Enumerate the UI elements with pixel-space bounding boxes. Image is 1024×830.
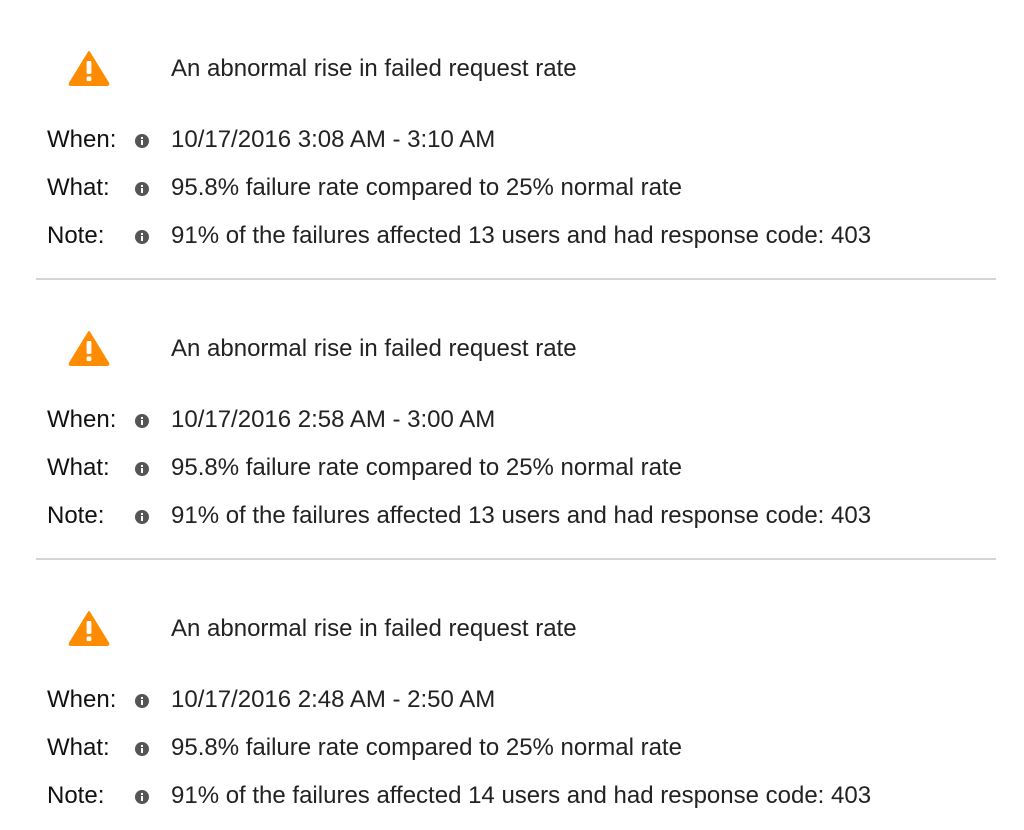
when-label: When: (47, 406, 117, 433)
alert-title: An abnormal rise in failed request rate (171, 615, 577, 642)
what-row: What: 95.8% failure rate compared to 25%… (0, 452, 1024, 484)
alert-card: An abnormal rise in failed request rate … (0, 560, 1024, 830)
what-row: What: 95.8% failure rate compared to 25%… (0, 732, 1024, 764)
when-value: 10/17/2016 2:58 AM - 3:00 AM (171, 406, 496, 433)
alert-header: An abnormal rise in failed request rate (0, 608, 1024, 648)
alert-list: An abnormal rise in failed request rate … (0, 0, 1024, 830)
info-icon[interactable] (135, 462, 149, 476)
alert-title: An abnormal rise in failed request rate (171, 335, 577, 362)
note-row: Note: 91% of the failures affected 14 us… (0, 780, 1024, 812)
when-value: 10/17/2016 3:08 AM - 3:10 AM (171, 126, 496, 153)
alert-header: An abnormal rise in failed request rate (0, 48, 1024, 88)
note-label: Note: (47, 502, 105, 529)
note-label: Note: (47, 222, 105, 249)
info-icon[interactable] (135, 230, 149, 244)
note-row: Note: 91% of the failures affected 13 us… (0, 220, 1024, 252)
what-value: 95.8% failure rate compared to 25% norma… (171, 174, 682, 201)
info-icon[interactable] (135, 694, 149, 708)
warning-triangle-icon (68, 611, 110, 646)
when-label: When: (47, 126, 117, 153)
when-value: 10/17/2016 2:48 AM - 2:50 AM (171, 686, 496, 713)
when-row: When: 10/17/2016 2:58 AM - 3:00 AM (0, 404, 1024, 436)
what-label: What: (47, 454, 110, 481)
what-label: What: (47, 174, 110, 201)
alert-header: An abnormal rise in failed request rate (0, 328, 1024, 368)
info-icon[interactable] (135, 742, 149, 756)
when-row: When: 10/17/2016 2:48 AM - 2:50 AM (0, 684, 1024, 716)
info-icon[interactable] (135, 182, 149, 196)
warning-triangle-icon (68, 51, 110, 86)
note-value: 91% of the failures affected 13 users an… (171, 502, 872, 529)
warning-triangle-icon (68, 331, 110, 366)
what-value: 95.8% failure rate compared to 25% norma… (171, 454, 682, 481)
alert-card: An abnormal rise in failed request rate … (0, 280, 1024, 560)
when-label: When: (47, 686, 117, 713)
when-row: When: 10/17/2016 3:08 AM - 3:10 AM (0, 124, 1024, 156)
alert-card: An abnormal rise in failed request rate … (0, 0, 1024, 280)
info-icon[interactable] (135, 134, 149, 148)
note-row: Note: 91% of the failures affected 13 us… (0, 500, 1024, 532)
info-icon[interactable] (135, 510, 149, 524)
what-label: What: (47, 734, 110, 761)
what-row: What: 95.8% failure rate compared to 25%… (0, 172, 1024, 204)
what-value: 95.8% failure rate compared to 25% norma… (171, 734, 682, 761)
note-value: 91% of the failures affected 13 users an… (171, 222, 872, 249)
info-icon[interactable] (135, 414, 149, 428)
note-label: Note: (47, 782, 105, 809)
note-value: 91% of the failures affected 14 users an… (171, 782, 872, 809)
info-icon[interactable] (135, 790, 149, 804)
alert-title: An abnormal rise in failed request rate (171, 55, 577, 82)
